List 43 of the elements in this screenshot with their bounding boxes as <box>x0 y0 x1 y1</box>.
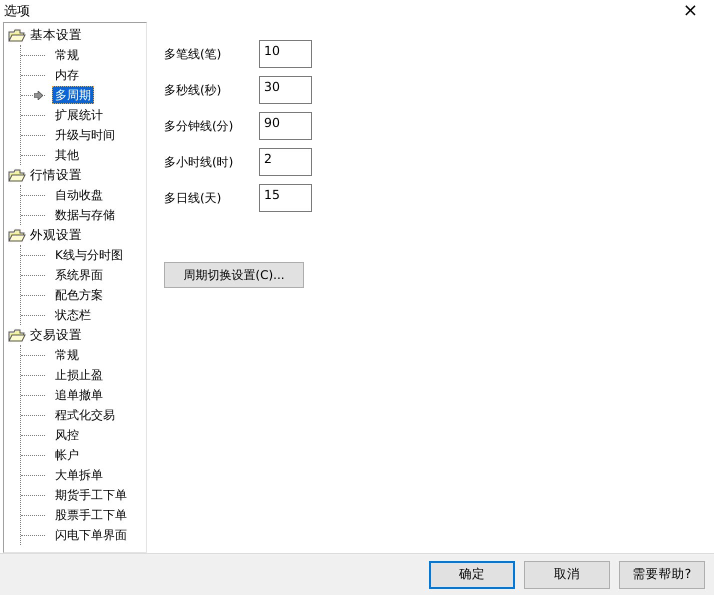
tree-item[interactable]: 帐户 <box>52 446 82 464</box>
close-button[interactable]: × <box>678 2 702 20</box>
input-field[interactable]: 10 <box>259 40 312 68</box>
tree-item[interactable]: 追单撤单 <box>52 386 106 404</box>
tree-item[interactable]: 闪电下单界面 <box>52 526 130 544</box>
tree-item[interactable]: 止损止盈 <box>52 366 106 384</box>
tree-item[interactable]: 多周期 <box>52 86 94 104</box>
tree-item[interactable]: K线与分时图 <box>52 246 126 264</box>
input-field[interactable]: 15 <box>259 184 312 212</box>
tree-item[interactable]: 扩展统计 <box>52 106 106 124</box>
tree-item[interactable]: 状态栏 <box>52 306 94 324</box>
tree-item[interactable]: 其他 <box>52 146 82 164</box>
tree-item[interactable]: 升级与时间 <box>52 126 118 144</box>
tree-item[interactable]: 程式化交易 <box>52 406 118 424</box>
tree-item[interactable]: 风控 <box>52 426 82 444</box>
field-label: 多笔线(笔) <box>164 46 222 62</box>
field-label: 多日线(天) <box>164 190 222 206</box>
dialog-button[interactable]: 确定 <box>429 560 515 588</box>
tree-group[interactable]: 外观设置 <box>30 226 82 244</box>
tree-group[interactable]: 行情设置 <box>30 166 82 184</box>
window-title: 选项 <box>4 3 30 20</box>
field-label: 多秒线(秒) <box>164 82 222 98</box>
tree-item[interactable]: 自动收盘 <box>52 186 106 204</box>
field-label: 多分钟线(分) <box>164 118 234 134</box>
input-field[interactable]: 2 <box>259 148 312 176</box>
input-field[interactable]: 30 <box>259 76 312 104</box>
dialog-button[interactable]: 取消 <box>524 560 610 588</box>
tree-group[interactable]: 交易设置 <box>30 326 82 344</box>
arrow-icon <box>34 91 43 100</box>
tree-item[interactable]: 配色方案 <box>52 286 106 304</box>
tree-item[interactable]: 常规 <box>52 46 82 64</box>
tree-item[interactable]: 大单拆单 <box>52 466 106 484</box>
field-label: 多小时线(时) <box>164 154 234 170</box>
tree-item[interactable]: 数据与存储 <box>52 206 118 224</box>
tree-group[interactable]: 基本设置 <box>30 26 82 44</box>
settings-button[interactable]: 周期切换设置(C)... <box>164 262 304 288</box>
tree-item[interactable]: 内存 <box>52 66 82 84</box>
dialog-button[interactable]: 需要帮助? <box>619 560 705 588</box>
tree-item[interactable]: 股票手工下单 <box>52 506 130 524</box>
tree-item[interactable]: 常规 <box>52 346 82 364</box>
tree-item[interactable]: 期货手工下单 <box>52 486 130 504</box>
input-field[interactable]: 90 <box>259 112 312 140</box>
tree-item[interactable]: 系统界面 <box>52 266 106 284</box>
